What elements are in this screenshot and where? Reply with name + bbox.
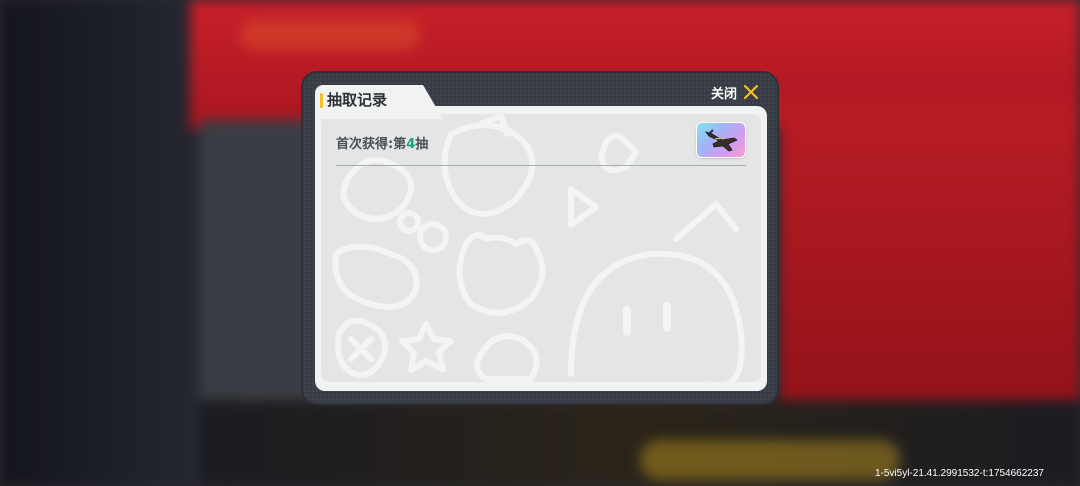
first-obtained-text: 首次获得:第4抽 bbox=[336, 137, 429, 152]
close-button[interactable]: 关闭 bbox=[711, 81, 759, 103]
dialog-panel: 首次获得:第4抽 bbox=[315, 106, 767, 391]
build-id-text: 1-5vi5yl-21.41.2991532-t:1754662237 bbox=[874, 468, 1044, 479]
dialog-title: 抽取记录 bbox=[327, 91, 388, 109]
row-divider bbox=[336, 165, 746, 166]
close-icon bbox=[743, 84, 759, 100]
draw-record-dialog: 首次获得:第4抽 抽取记录 关闭 bbox=[303, 73, 777, 403]
airplane-item-icon bbox=[704, 129, 738, 152]
record-list: 首次获得:第4抽 bbox=[321, 114, 761, 382]
item-card[interactable] bbox=[697, 123, 745, 157]
title-accent-bar bbox=[320, 93, 323, 108]
draw-number: 4 bbox=[406, 137, 416, 152]
close-label: 关闭 bbox=[710, 86, 737, 102]
record-row: 首次获得:第4抽 bbox=[321, 114, 761, 169]
